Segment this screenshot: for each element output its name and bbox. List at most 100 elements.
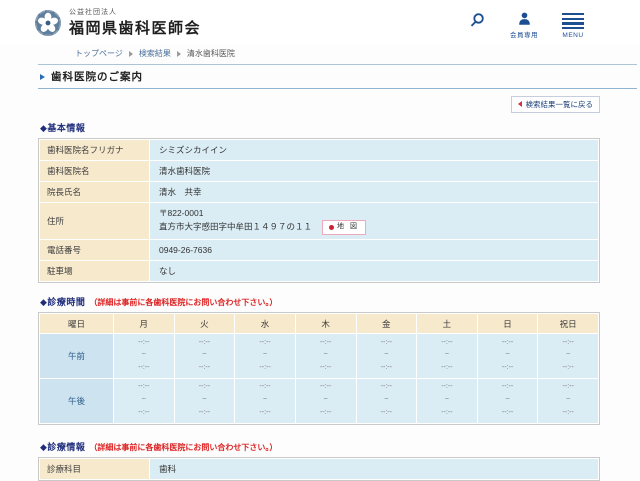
period-label: 午前 — [39, 333, 114, 379]
back-row: 検索結果一覧に戻る — [38, 94, 600, 113]
time-value: --:-- — [501, 338, 514, 346]
time-separator: ~ — [444, 396, 449, 404]
time-cell: --:-- ~ --:-- — [355, 333, 418, 379]
table-row: 電話番号 0949-26-7636 — [39, 239, 599, 262]
time-cell: --:-- ~ --:-- — [537, 377, 599, 424]
search-button[interactable] — [469, 11, 486, 39]
page-title-bar: 歯科医院のご案内 — [38, 65, 637, 89]
clinic-info-table: 診療科目 歯科 — [38, 456, 600, 481]
brand-text: 公益社団法人 福岡県歯科医師会 — [69, 7, 201, 38]
time-cell: --:-- ~ --:-- — [113, 377, 175, 424]
day-header: 月 — [113, 313, 175, 335]
breadcrumb: トップページ 検索結果 清水歯科医院 — [0, 44, 640, 64]
breadcrumb-current: 清水歯科医院 — [186, 49, 235, 58]
table-row: 歯科医院名フリガナ シミズシカイイン — [39, 139, 599, 161]
row-value: なし — [149, 260, 599, 283]
back-to-results-button[interactable]: 検索結果一覧に戻る — [510, 95, 600, 113]
table-row: 院長氏名 清水 共幸 — [39, 181, 599, 203]
site-header: 公益社団法人 福岡県歯科医師会 会員専用 MENU — [0, 0, 640, 44]
time-value: --:-- — [380, 383, 392, 391]
menu-label: MENU — [562, 32, 584, 40]
address-line: 直方市大字感田字中牟田１４９７の１１ 地 図 — [159, 220, 594, 236]
time-value: --:-- — [320, 383, 332, 391]
time-separator: ~ — [202, 396, 207, 404]
time-value: --:-- — [380, 338, 392, 346]
title-arrow-icon — [40, 73, 45, 80]
breadcrumb-home-link[interactable]: トップページ — [75, 48, 123, 59]
back-arrow-icon — [517, 101, 522, 107]
time-value: --:-- — [198, 338, 211, 346]
time-value: --:-- — [562, 338, 574, 346]
time-value: --:-- — [198, 364, 211, 372]
time-separator: ~ — [384, 396, 389, 404]
time-separator: ~ — [323, 396, 328, 404]
time-value: --:-- — [320, 364, 332, 372]
time-value: --:-- — [138, 409, 150, 417]
org-type: 公益社団法人 — [69, 9, 117, 16]
hours-header-row: 曜日 月火水木金土日祝日 — [39, 313, 599, 335]
time-value: --:-- — [441, 364, 453, 372]
time-value: --:-- — [441, 409, 453, 417]
time-separator: ~ — [566, 396, 571, 404]
menu-button[interactable]: MENU — [562, 11, 584, 39]
org-name: 福岡県歯科医師会 — [69, 20, 202, 37]
hours-table: 曜日 月火水木金土日祝日 午前 --:-- ~ --:-- --:-- ~ --:-- --:… — [38, 312, 600, 425]
page-title: 歯科医院のご案内 — [51, 71, 143, 83]
hours-title: ◆診療時間 （詳細は事前に各歯科医院にお問い合わせ下さい。） — [40, 295, 640, 308]
time-value: --:-- — [562, 364, 574, 372]
time-value: --:-- — [501, 383, 514, 391]
table-row: 駐車場 なし — [39, 260, 599, 283]
time-separator: ~ — [566, 351, 571, 359]
time-separator: ~ — [263, 351, 268, 359]
map-button[interactable]: 地 図 — [322, 220, 366, 236]
association-logo-icon — [35, 9, 61, 36]
header-actions: 会員専用 MENU — [469, 11, 584, 39]
postal-code: 〒822-0001 — [159, 208, 204, 218]
address-text: 直方市大字感田字中牟田１４９７の１１ — [159, 221, 313, 232]
brand[interactable]: 公益社団法人 福岡県歯科医師会 — [34, 7, 201, 38]
time-cell: --:-- ~ --:-- — [173, 333, 236, 379]
member-area-button[interactable]: 会員専用 — [510, 11, 538, 39]
table-row-address: 住所 〒822-0001 直方市大字感田字中牟田１４９７の１１ 地 図 — [39, 201, 599, 241]
time-value: --:-- — [380, 409, 392, 417]
time-separator: ~ — [141, 396, 146, 404]
clinic-info-title: ◆診療情報 （詳細は事前に各歯科医院にお問い合わせ下さい。） — [40, 440, 640, 453]
time-value: --:-- — [501, 409, 514, 417]
time-separator: ~ — [444, 351, 449, 359]
day-header: 水 — [234, 313, 296, 335]
breadcrumb-separator-icon — [176, 50, 181, 57]
time-cell: --:-- ~ --:-- — [355, 377, 418, 424]
breadcrumb-results-link[interactable]: 検索結果 — [139, 48, 171, 59]
table-row: 診療科目 歯科 — [39, 457, 599, 480]
basic-info-table: 歯科医院名フリガナ シミズシカイイン 歯科医院名 清水歯科医院 院長氏名 清水 … — [38, 138, 600, 284]
row-label: 駐車場 — [39, 260, 150, 283]
day-header: 火 — [173, 313, 236, 335]
time-cell: --:-- ~ --:-- — [234, 333, 296, 379]
row-label: 歯科医院名フリガナ — [39, 139, 150, 161]
time-value: --:-- — [138, 338, 150, 346]
time-value: --:-- — [562, 383, 574, 391]
time-cell: --:-- ~ --:-- — [234, 377, 296, 424]
clinic-info-note: （詳細は事前に各歯科医院にお問い合わせ下さい。） — [89, 442, 278, 452]
time-cell: --:-- ~ --:-- — [476, 333, 539, 379]
time-separator: ~ — [263, 396, 268, 404]
time-separator: ~ — [505, 351, 510, 359]
search-icon — [470, 13, 484, 27]
time-cell: --:-- ~ --:-- — [294, 333, 357, 379]
row-value: 清水歯科医院 — [149, 160, 599, 182]
map-marker-icon — [329, 225, 335, 231]
hamburger-icon — [562, 11, 584, 30]
time-separator: ~ — [141, 351, 146, 359]
row-value: 清水 共幸 — [149, 181, 599, 203]
time-cell: --:-- ~ --:-- — [416, 377, 478, 424]
row-value: シミズシカイイン — [149, 139, 599, 161]
time-value: --:-- — [259, 364, 271, 372]
hours-title-text: ◆診療時間 — [40, 297, 86, 308]
row-label: 歯科医院名 — [39, 160, 150, 182]
time-value: --:-- — [138, 364, 150, 372]
person-icon — [518, 12, 530, 25]
time-value: --:-- — [320, 338, 332, 346]
time-value: --:-- — [380, 364, 392, 372]
time-value: --:-- — [138, 383, 150, 391]
day-header: 土 — [416, 313, 478, 335]
